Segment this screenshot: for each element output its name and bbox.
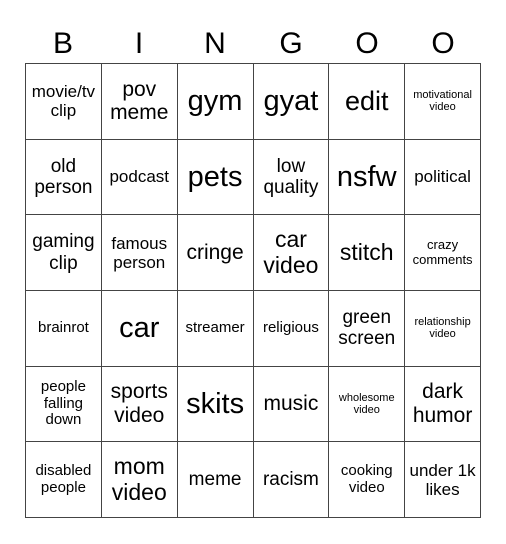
- bingo-cell[interactable]: brainrot: [26, 290, 102, 367]
- bingo-cell[interactable]: relationship video: [405, 290, 481, 367]
- bingo-cell[interactable]: crazy comments: [405, 215, 481, 291]
- bingo-cell[interactable]: music: [253, 366, 330, 443]
- bingo-cell[interactable]: people falling down: [26, 366, 102, 443]
- bingo-cell[interactable]: movie/tv clip: [26, 64, 102, 140]
- bingo-cell[interactable]: disabled people: [26, 442, 102, 518]
- bingo-header: B I N G O O: [25, 26, 481, 62]
- bingo-cell[interactable]: skits: [177, 366, 254, 443]
- bingo-cell[interactable]: gaming clip: [26, 215, 102, 291]
- bingo-cell[interactable]: green screen: [329, 290, 406, 367]
- bingo-cell[interactable]: wholesome video: [329, 366, 406, 443]
- bingo-grid: movie/tv clip pov meme gym gyat edit mot…: [25, 63, 481, 518]
- bingo-cell[interactable]: motivational video: [405, 64, 481, 140]
- bingo-cell[interactable]: nsfw: [329, 139, 406, 216]
- bingo-cell[interactable]: political: [405, 139, 481, 216]
- bingo-cell[interactable]: old person: [26, 139, 102, 216]
- bingo-cell[interactable]: religious: [253, 290, 330, 367]
- bingo-cell[interactable]: stitch: [329, 215, 406, 291]
- bingo-cell[interactable]: mom video: [101, 442, 178, 518]
- header-letter: B: [52, 27, 73, 60]
- bingo-cell[interactable]: edit: [329, 64, 406, 140]
- bingo-cell[interactable]: meme: [177, 442, 254, 518]
- bingo-cell[interactable]: racism: [253, 442, 330, 518]
- bingo-cell[interactable]: cringe: [177, 215, 254, 291]
- header-letter: N: [204, 27, 226, 60]
- bingo-cell[interactable]: gyat: [253, 64, 330, 140]
- bingo-cell[interactable]: famous person: [101, 215, 178, 291]
- bingo-cell[interactable]: pov meme: [101, 64, 178, 140]
- bingo-cell[interactable]: pets: [177, 139, 254, 216]
- bingo-cell[interactable]: gym: [177, 64, 254, 140]
- bingo-cell[interactable]: low quality: [253, 139, 330, 216]
- header-letter: O: [431, 27, 455, 60]
- bingo-cell[interactable]: car video: [253, 215, 330, 291]
- header-letter: O: [355, 27, 379, 60]
- header-letter: I: [134, 27, 144, 60]
- bingo-cell[interactable]: cooking video: [329, 442, 406, 518]
- header-letter: G: [279, 27, 303, 60]
- bingo-cell[interactable]: under 1k likes: [405, 442, 481, 518]
- bingo-cell[interactable]: podcast: [101, 139, 178, 216]
- bingo-cell[interactable]: car: [101, 290, 178, 367]
- bingo-cell[interactable]: dark humor: [405, 366, 481, 443]
- bingo-cell[interactable]: streamer: [177, 290, 254, 367]
- bingo-cell[interactable]: sports video: [101, 366, 178, 443]
